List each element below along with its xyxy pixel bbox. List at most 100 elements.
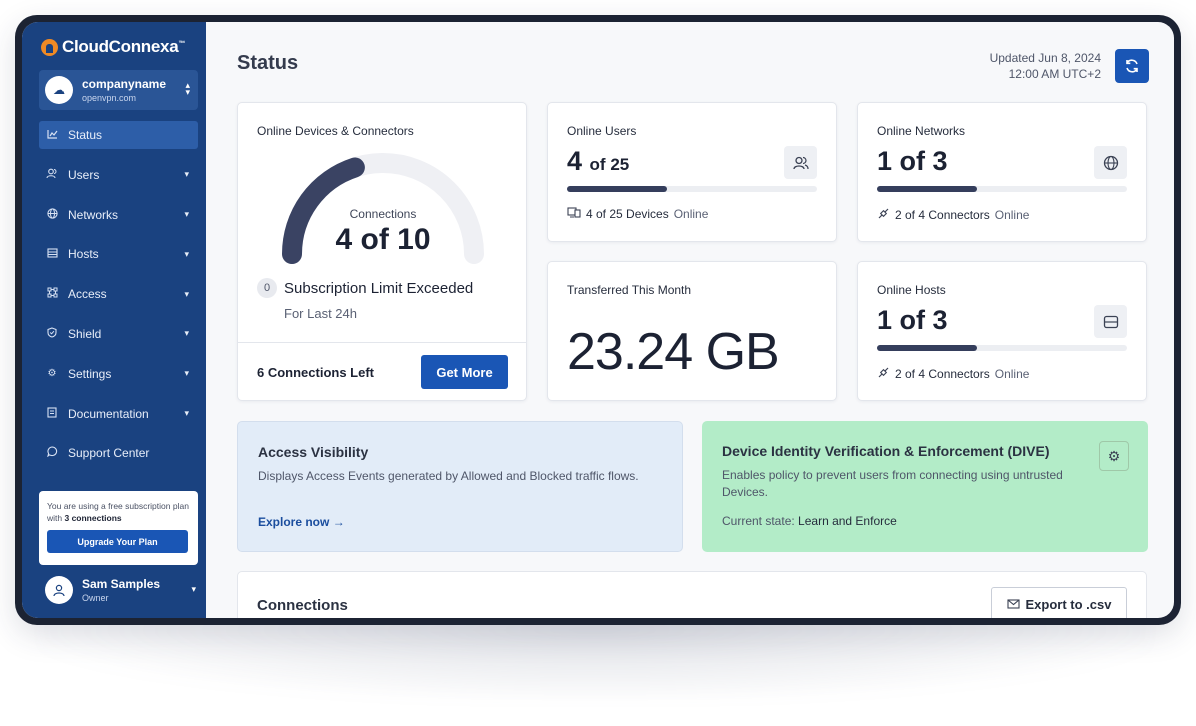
chevron-updown-icon: ▴ ▾ [185,80,190,97]
card-title: Online Devices & Connectors [257,124,414,138]
arrow-right-icon: → [332,515,345,529]
limit-count-badge: 0 [257,278,277,298]
cloud-icon: ☁ [45,76,73,104]
gear-icon: ⚙ [47,368,57,380]
section-title: Connections [257,597,348,614]
connections-left: 6 Connections Left [257,365,375,380]
sidebar-item-label: Hosts [68,247,99,262]
dive-current-state: Current state: Learn and Enforce [722,514,897,528]
sidebar-item-label: Access [68,287,107,302]
card-title: Online Hosts [877,283,946,297]
org-switcher[interactable]: ☁ companyname openvpn.com ▴ ▾ [39,70,198,110]
online-hosts-card: Online Hosts 1 of 3 2 of 4 Connectors On… [857,261,1147,401]
chevron-down-icon: ▾ [184,169,189,180]
dive-settings-button[interactable]: ⚙ [1099,441,1129,471]
trademark: ™ [178,40,186,48]
sidebar-item-label: Support Center [68,446,150,461]
limit-exceeded-text: Subscription Limit Exceeded [284,279,474,297]
app-screen: CloudConnexa™ ☁ companyname openvpn.com … [22,22,1174,618]
shield-icon [46,327,58,341]
gear-icon: ⚙ [1107,447,1121,464]
refresh-button[interactable] [1115,49,1149,83]
users-icon [46,168,58,182]
sidebar-item-access[interactable]: Access ▾ [39,280,198,308]
sidebar-item-label: Status [68,128,103,142]
limit-period: For Last 24h [284,306,357,321]
dive-banner: Device Identity Verification & Enforceme… [702,421,1148,552]
sidebar-item-label: Settings [68,366,112,381]
online-label: Online [994,367,1030,381]
transferred-value: 23.24 GB [567,323,780,381]
logo[interactable]: CloudConnexa™ [41,37,185,57]
promo-text: You are using a free subscription plan w… [47,501,189,523]
banner-title: Device Identity Verification & Enforceme… [722,443,1050,459]
online-hosts-progress [877,345,1127,351]
user-avatar-icon [45,576,73,604]
globe-icon [1094,146,1127,179]
doc-icon [46,407,58,421]
online-devices-card: Online Devices & Connectors Connections … [237,102,527,401]
sidebar-item-status[interactable]: Status [39,121,198,149]
online-networks-value: 1 of 3 [877,146,948,176]
upgrade-promo: You are using a free subscription plan w… [39,491,198,565]
sidebar-item-label: Documentation [68,406,149,421]
user-menu[interactable]: Sam Samples Owner ▾ [45,576,198,604]
connections-section: Connections Export to .csv [237,571,1147,618]
online-networks-progress [877,186,1127,192]
logo-text: CloudConnexa [62,37,179,56]
chevron-down-icon: ▾ [184,408,189,419]
sidebar: CloudConnexa™ ☁ companyname openvpn.com … [22,22,206,618]
user-name: Sam Samples [82,577,161,591]
chevron-down-icon: ▾ [184,328,189,339]
card-title: Online Users [567,124,637,138]
org-domain: openvpn.com [82,93,137,103]
chevron-down-icon: ▾ [184,368,189,379]
online-hosts-value: 1 of 3 [877,305,948,335]
sidebar-item-documentation[interactable]: Documentation ▾ [39,400,198,428]
sidebar-item-label: Shield [68,326,102,341]
explore-now-link[interactable]: Explore now → [258,515,345,529]
get-more-button[interactable]: Get More [421,355,508,389]
gauge-value: 4 of 10 [335,223,431,256]
online-users-value: 4 of 25 [567,146,630,176]
banner-description: Enables policy to prevent users from con… [722,468,1063,499]
mail-icon [1006,599,1020,609]
devices-icon [567,207,581,221]
banner-title: Access Visibility [258,444,369,460]
chevron-down-icon: ▾ [184,209,189,220]
sidebar-item-shield[interactable]: Shield ▾ [39,320,198,348]
connector-icon [877,207,890,223]
updated-timestamp: Updated Jun 8, 2024 12:00 AM UTC+2 [989,51,1101,81]
export-csv-button[interactable]: Export to .csv [991,587,1127,618]
user-role: Owner [82,593,109,603]
chat-icon [46,446,58,460]
online-networks-card: Online Networks 1 of 3 2 of 4 Connectors… [857,102,1147,242]
upgrade-plan-button[interactable]: Upgrade Your Plan [47,530,188,553]
connector-icon [877,366,890,382]
sidebar-item-settings[interactable]: ⚙ Settings ▾ [39,360,198,388]
transferred-card: Transferred This Month 23.24 GB [547,261,837,401]
server-icon [1094,305,1127,338]
card-title: Transferred This Month [567,283,692,297]
chevron-down-icon: ▾ [184,248,189,259]
logo-icon [41,38,58,56]
divider [238,342,526,343]
sidebar-item-label: Networks [68,207,119,222]
main-content: Status Updated Jun 8, 2024 12:00 AM UTC+… [206,22,1174,618]
sidebar-item-support-center[interactable]: Support Center [39,439,198,467]
server-icon [46,248,58,261]
online-label: Online [673,207,709,221]
sidebar-item-networks[interactable]: Networks ▾ [39,201,198,229]
connectors-online-count: 2 of 4 Connectors [895,208,990,222]
globe-icon [46,207,58,222]
online-users-card: Online Users 4 of 25 4 of 25 Devices Onl… [547,102,837,242]
users-icon [784,146,817,179]
devices-online-count: 4 of 25 Devices [586,207,669,221]
sidebar-item-hosts[interactable]: Hosts ▾ [39,240,198,268]
banner-description: Displays Access Events generated by Allo… [258,469,639,483]
card-title: Online Networks [877,124,966,138]
online-label: Online [994,208,1030,222]
gauge-label: Connections [349,207,417,221]
access-visibility-banner: Access Visibility Displays Access Events… [237,421,683,552]
sidebar-item-users[interactable]: Users ▾ [39,161,198,189]
